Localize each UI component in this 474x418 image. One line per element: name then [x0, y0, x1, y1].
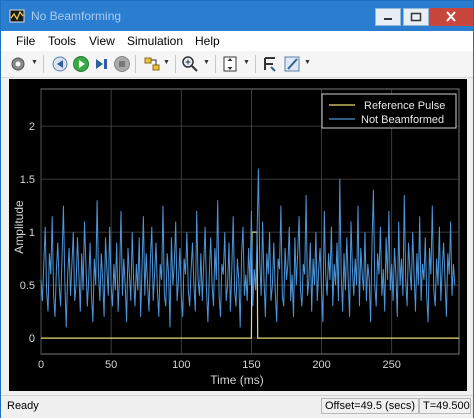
toolbar-separator: [175, 55, 176, 73]
x-tick-label: 250: [382, 359, 400, 371]
stop-icon[interactable]: [113, 55, 131, 73]
step-forward-icon[interactable]: [93, 55, 111, 73]
scale-axes-icon[interactable]: [221, 55, 239, 73]
scope-app-icon: [9, 9, 25, 23]
close-button[interactable]: [429, 8, 473, 26]
y-tick-label: 0.5: [20, 280, 35, 292]
x-axis-label: Time (ms): [210, 373, 264, 387]
settings-dropdown-arrow-icon[interactable]: ▼: [31, 59, 38, 66]
y-axis-label: Amplitude: [12, 200, 26, 254]
menu-help[interactable]: Help: [195, 34, 220, 48]
legend: Reference Pulse Not Beamformed: [321, 93, 457, 129]
style-icon[interactable]: [283, 55, 301, 73]
scope-window: No Beamforming File Tools View Simulatio…: [0, 0, 474, 418]
menu-file[interactable]: File: [16, 34, 35, 48]
scale-dropdown-arrow-icon[interactable]: ▼: [243, 59, 250, 66]
minimize-icon: [384, 18, 392, 20]
zoom-icon[interactable]: [181, 55, 199, 73]
scope-chart[interactable]: 0 50 100 150 200 250 0 0.5 1 1.5 2 Time (ms) Ampl…: [9, 79, 467, 391]
measure-cursor-icon[interactable]: [261, 55, 279, 73]
status-bar: Ready Offset=49.5 (secs) T=49.500: [1, 395, 473, 418]
y-tick-label: 1.5: [20, 174, 35, 186]
run-icon[interactable]: [72, 55, 90, 73]
toolbar-separator: [255, 55, 256, 73]
zoom-dropdown-arrow-icon[interactable]: ▼: [203, 59, 210, 66]
x-tick-label: 200: [312, 359, 330, 371]
highlight-dropdown-arrow-icon[interactable]: ▼: [163, 59, 170, 66]
y-tick-label: 0: [29, 333, 35, 345]
title-bar[interactable]: No Beamforming: [1, 1, 473, 31]
scope-plot[interactable]: 0 50 100 150 200 250 0 0.5 1 1.5 2 Time (ms) Ampl…: [9, 79, 467, 391]
minimize-button[interactable]: [375, 8, 401, 26]
toolbar-separator: [43, 55, 44, 73]
window-title: No Beamforming: [31, 9, 122, 23]
toolbar-separator: [135, 55, 136, 73]
x-tick-label: 150: [242, 359, 260, 371]
x-tick-label: 0: [38, 359, 44, 371]
legend-reference-label: Reference Pulse: [364, 100, 445, 112]
toolbar-separator: [215, 55, 216, 73]
maximize-button[interactable]: [403, 8, 429, 26]
x-tick-label: 50: [105, 359, 117, 371]
x-tick-label: 100: [172, 359, 190, 371]
status-offset: Offset=49.5 (secs): [321, 398, 419, 414]
legend-signal-label: Not Beamformed: [361, 114, 444, 126]
menu-tools[interactable]: Tools: [48, 34, 76, 48]
menu-simulation[interactable]: Simulation: [127, 34, 183, 48]
toolbar: ▼ ▼ ▼ ▼ ▼: [1, 51, 473, 78]
step-back-icon[interactable]: [51, 55, 69, 73]
status-time: T=49.500: [419, 398, 471, 414]
maximize-icon: [410, 12, 422, 22]
y-tick-label: 1: [29, 227, 35, 239]
y-tick-label: 2: [29, 121, 35, 133]
status-ready: Ready: [7, 400, 39, 412]
menu-bar: File Tools View Simulation Help: [1, 31, 473, 51]
x-tick-labels: 0 50 100 150 200 250: [38, 359, 401, 371]
gear-icon[interactable]: [9, 55, 27, 73]
menu-view[interactable]: View: [89, 34, 115, 48]
highlight-block-icon[interactable]: [143, 55, 161, 73]
close-icon: [446, 11, 456, 22]
style-dropdown-arrow-icon[interactable]: ▼: [304, 59, 311, 66]
